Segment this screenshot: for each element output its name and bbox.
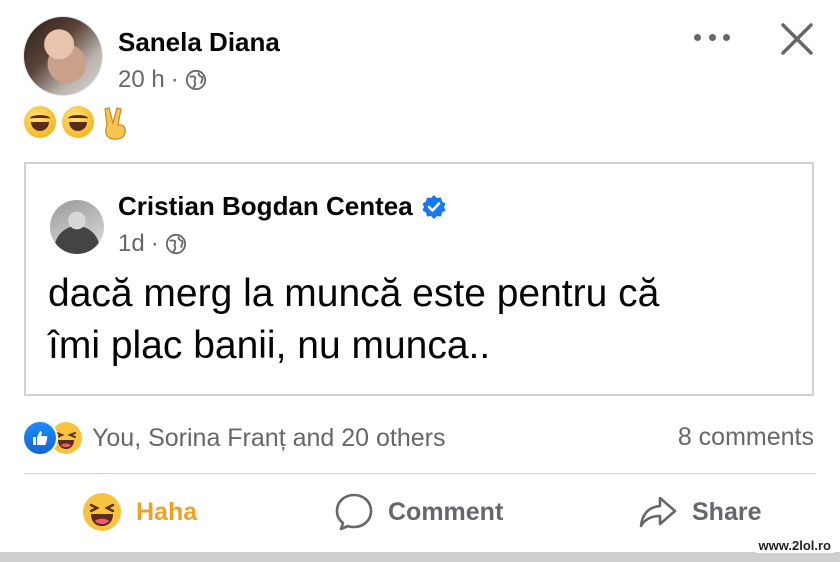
like-icon (22, 420, 58, 456)
meta-separator: · (170, 66, 179, 93)
shared-post-text-line: îmi plac banii, nu munca.. (48, 324, 491, 367)
author-avatar[interactable] (23, 16, 103, 96)
comment-label: Comment (388, 497, 504, 526)
haha-icon (83, 493, 121, 531)
post-meta: 20 h · (118, 66, 207, 94)
reactions-text[interactable]: You, Sorina Franț and 20 others (92, 424, 445, 453)
meta-separator: · (150, 230, 159, 257)
globe-icon (165, 233, 186, 255)
share-label: Share (692, 497, 762, 526)
face-with-tears-of-joy-icon (62, 106, 94, 138)
comment-icon (335, 493, 373, 531)
comments-count[interactable]: 8 comments (678, 423, 814, 452)
share-icon (639, 496, 677, 528)
comment-button[interactable]: Comment (334, 492, 503, 532)
shared-post-timestamp[interactable]: 1d (118, 230, 145, 258)
bottom-separator (0, 552, 840, 562)
shared-author-header: Cristian Bogdan Centea (118, 191, 447, 222)
shared-post-card[interactable]: Cristian Bogdan Centea 1d · dacă merg la… (24, 162, 814, 396)
face-with-tears-of-joy-icon (24, 106, 56, 138)
shared-post-text: dacă merg la muncă este pentru că îmi pl… (48, 268, 798, 372)
shared-author-avatar[interactable] (50, 200, 104, 254)
reactions-summary[interactable]: You, Sorina Franț and 20 others (22, 420, 445, 456)
author-name[interactable]: Sanela Diana (118, 27, 280, 58)
more-options-icon[interactable] (694, 24, 730, 50)
close-icon[interactable] (778, 20, 816, 58)
post-text (24, 106, 130, 140)
shared-post-text-line: dacă merg la muncă este pentru că (48, 272, 660, 315)
divider (24, 473, 816, 474)
globe-icon (185, 69, 206, 91)
victory-hand-icon (104, 107, 126, 140)
haha-button[interactable]: Haha (82, 492, 197, 532)
post-timestamp[interactable]: 20 h (118, 66, 165, 94)
haha-label: Haha (136, 497, 198, 526)
share-button[interactable]: Share (638, 492, 761, 532)
shared-author-name[interactable]: Cristian Bogdan Centea (118, 191, 413, 222)
watermark: www.2lol.ro (755, 538, 834, 553)
verified-badge-icon (422, 194, 446, 219)
shared-post-meta: 1d · (118, 230, 187, 258)
